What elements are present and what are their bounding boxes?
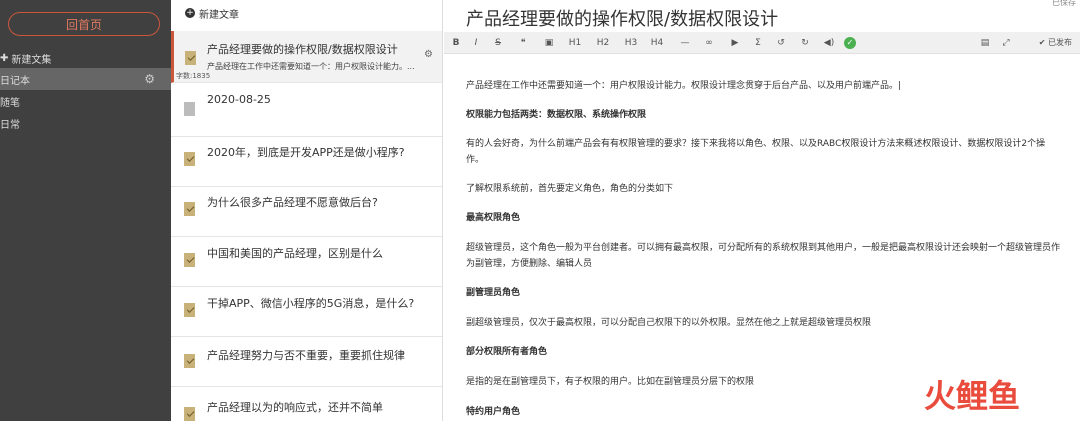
article-folder-icon — [184, 303, 195, 317]
save-file-icon[interactable]: ▤ — [979, 32, 991, 54]
quote-icon[interactable]: ❝ — [516, 32, 530, 54]
paragraph: 了解权限系统前，首先要定义角色，角色的分类如下 — [466, 184, 674, 194]
h3-button[interactable]: H3 — [622, 32, 640, 54]
notebook-item-essay[interactable]: 随笔 — [0, 90, 171, 112]
article-item-active[interactable]: 产品经理要做的操作权限/数据权限设计 产品经理在工作中还需要知道一个：用户权限设… — [171, 31, 442, 83]
article-title: 干掉APP、微信小程序的5G消息，是什么? — [207, 297, 415, 310]
watermark-text: 火鲤鱼 — [924, 377, 1020, 415]
list-item[interactable]: 2020-08-25 — [171, 83, 442, 137]
editor-pane: 已保存 产品经理要做的操作权限/数据权限设计 B I S ❝ ▣ H1 H2 H… — [444, 0, 1080, 421]
notebook-label: 日常 — [0, 119, 20, 131]
bold-button[interactable]: B — [450, 32, 462, 54]
horizontal-rule-button[interactable]: — — [678, 32, 692, 54]
article-title: 中国和美国的产品经理，区别是什么 — [207, 247, 383, 260]
redo-icon[interactable]: ↻ — [798, 32, 812, 54]
article-title: 2020年，到底是开发APP还是做小程序? — [207, 146, 405, 159]
article-list: + 新建文章 产品经理要做的操作权限/数据权限设计 产品经理在工作中还需要知道一… — [171, 0, 443, 421]
image-icon[interactable]: ▣ — [542, 32, 556, 54]
article-title: 为什么很多产品经理不愿意做后台? — [207, 196, 378, 209]
notebook-sidebar: 回首页 ✚ 新建文集 日记本 ⚙ 随笔 日常 — [0, 0, 171, 421]
new-notebook-label: 新建文集 — [11, 54, 52, 66]
paragraph-bold: 部分权限所有者角色 — [466, 347, 548, 357]
h1-button[interactable]: H1 — [566, 32, 584, 54]
list-item[interactable]: 为什么很多产品经理不愿意做后台? — [171, 187, 442, 237]
check-icon[interactable]: ✓ — [844, 37, 856, 49]
article-folder-icon — [184, 407, 195, 421]
paragraph: 有的人会好奇，为什么前端产品会有有权限管理的要求？接下来我将以角色、权限、以及R… — [466, 139, 1046, 165]
article-folder-icon — [185, 51, 196, 65]
link-icon[interactable]: ∞ — [702, 32, 716, 54]
strikethrough-button[interactable]: S — [492, 32, 504, 54]
new-article-button[interactable]: + 新建文章 — [185, 6, 239, 21]
saved-status: 已保存 — [1052, 0, 1076, 7]
notebook-label: 随笔 — [0, 97, 20, 109]
word-count: 字数:1835 — [176, 72, 211, 80]
undo-icon[interactable]: ↺ — [774, 32, 788, 54]
h2-button[interactable]: H2 — [594, 32, 612, 54]
paragraph: 副超级管理员，仅次于最高权限，可以分配自己权限下的以外权限。显然在他之上就是超级… — [466, 318, 872, 328]
notebook-item-diary[interactable]: 日记本 ⚙ — [0, 68, 171, 90]
editor-toolbar: B I S ❝ ▣ H1 H2 H3 H4 — ∞ ▶ Σ ↺ ↻ ◀) ✓ ▤… — [444, 32, 1080, 54]
document-title[interactable]: 产品经理要做的操作权限/数据权限设计 — [466, 5, 778, 31]
article-title: 产品经理努力与否不重要，重要抓住规律 — [207, 349, 405, 362]
new-notebook-button[interactable]: ✚ 新建文集 — [0, 50, 51, 66]
article-title: 产品经理要做的操作权限/数据权限设计 — [207, 43, 398, 56]
h4-button[interactable]: H4 — [648, 32, 666, 54]
plus-circle-icon: + — [185, 8, 195, 18]
article-folder-icon — [184, 253, 195, 267]
article-folder-icon — [184, 202, 195, 216]
list-item[interactable]: 中国和美国的产品经理，区别是什么 — [171, 237, 442, 287]
home-button[interactable]: 回首页 — [8, 12, 160, 36]
formula-icon[interactable]: Σ — [752, 32, 764, 54]
notebook-item-daily[interactable]: 日常 — [0, 112, 171, 134]
list-item[interactable]: 2020年，到底是开发APP还是做小程序? — [171, 137, 442, 187]
italic-button[interactable]: I — [470, 32, 482, 54]
plus-icon: ✚ — [0, 52, 9, 64]
list-item[interactable]: 产品经理努力与否不重要，重要抓住规律 — [171, 337, 442, 387]
paragraph: 超级管理员，这个角色一般为平台创建者。可以拥有最高权限，可分配所有的系统权限到其… — [466, 243, 1061, 269]
article-snippet: 产品经理在工作中还需要知道一个：用户权限设计能力。... — [207, 62, 415, 71]
watermark-logo: 火鲤鱼 — [924, 377, 1020, 415]
app-window: 回首页 ✚ 新建文集 日记本 ⚙ 随笔 日常 + 新建文章 产品经理要做的操作权… — [0, 0, 1080, 421]
fullscreen-icon[interactable]: ⤢ — [1000, 32, 1012, 54]
publish-status-button[interactable]: ✔ 已发布 — [1039, 32, 1072, 54]
document-icon — [184, 102, 195, 116]
list-item[interactable]: 干掉APP、微信小程序的5G消息，是什么? — [171, 287, 442, 337]
article-folder-icon — [184, 354, 195, 368]
gear-icon[interactable]: ⚙ — [144, 72, 155, 86]
list-item[interactable]: 产品经理以为的响应式，还并不简单 — [171, 387, 442, 421]
paragraph: 产品经理在工作中还需要知道一个：用户权限设计能力。权限设计理念贯穿于后台产品、以… — [466, 81, 902, 91]
article-title: 产品经理以为的响应式，还并不简单 — [207, 401, 383, 414]
paragraph-bold: 权限能力包括两类：数据权限、系统操作权限 — [466, 110, 647, 120]
audio-icon[interactable]: ◀) — [822, 32, 836, 54]
paragraph-bold: 副管理员角色 — [466, 288, 521, 298]
video-icon[interactable]: ▶ — [728, 32, 742, 54]
article-folder-icon — [184, 152, 195, 166]
paragraph-bold: 最高权限角色 — [466, 213, 521, 223]
new-article-label: 新建文章 — [199, 9, 239, 21]
gear-icon[interactable]: ⚙ — [424, 49, 433, 60]
article-title: 2020-08-25 — [207, 93, 271, 106]
notebook-label: 日记本 — [0, 75, 30, 87]
